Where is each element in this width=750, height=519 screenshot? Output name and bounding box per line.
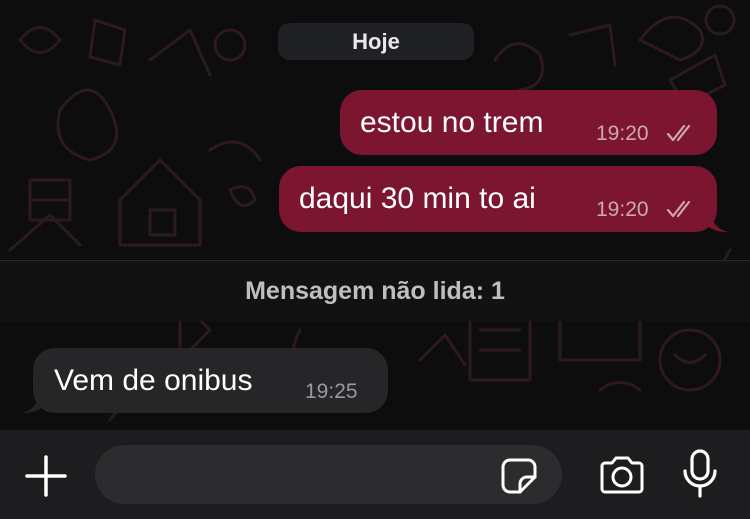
message-input[interactable] [95, 445, 562, 504]
message-text: Vem de onibus [54, 364, 253, 397]
bubble-tail [708, 208, 728, 232]
camera-icon[interactable] [598, 455, 646, 495]
message-bubble-outgoing[interactable]: daqui 30 min to ai 19:20 [279, 166, 717, 232]
sticker-icon[interactable] [500, 457, 538, 495]
message-time: 19:20 [596, 122, 649, 145]
message-time: 19:25 [305, 380, 358, 403]
double-check-icon [666, 200, 691, 218]
date-separator: Hoje [278, 23, 474, 60]
message-bubble-outgoing[interactable]: estou no trem 19:20 [340, 90, 717, 155]
microphone-icon[interactable] [682, 449, 718, 499]
plus-icon[interactable] [24, 454, 68, 498]
date-label: Hoje [352, 28, 400, 54]
double-check-icon [666, 124, 691, 142]
unread-label: Mensagem não lida: 1 [245, 276, 505, 305]
message-text: estou no trem [360, 106, 544, 139]
message-time: 19:20 [596, 198, 649, 221]
message-bubble-incoming[interactable]: Vem de onibus 19:25 [33, 348, 388, 413]
unread-messages-banner: Mensagem não lida: 1 [0, 260, 750, 321]
message-text: daqui 30 min to ai [299, 182, 536, 215]
